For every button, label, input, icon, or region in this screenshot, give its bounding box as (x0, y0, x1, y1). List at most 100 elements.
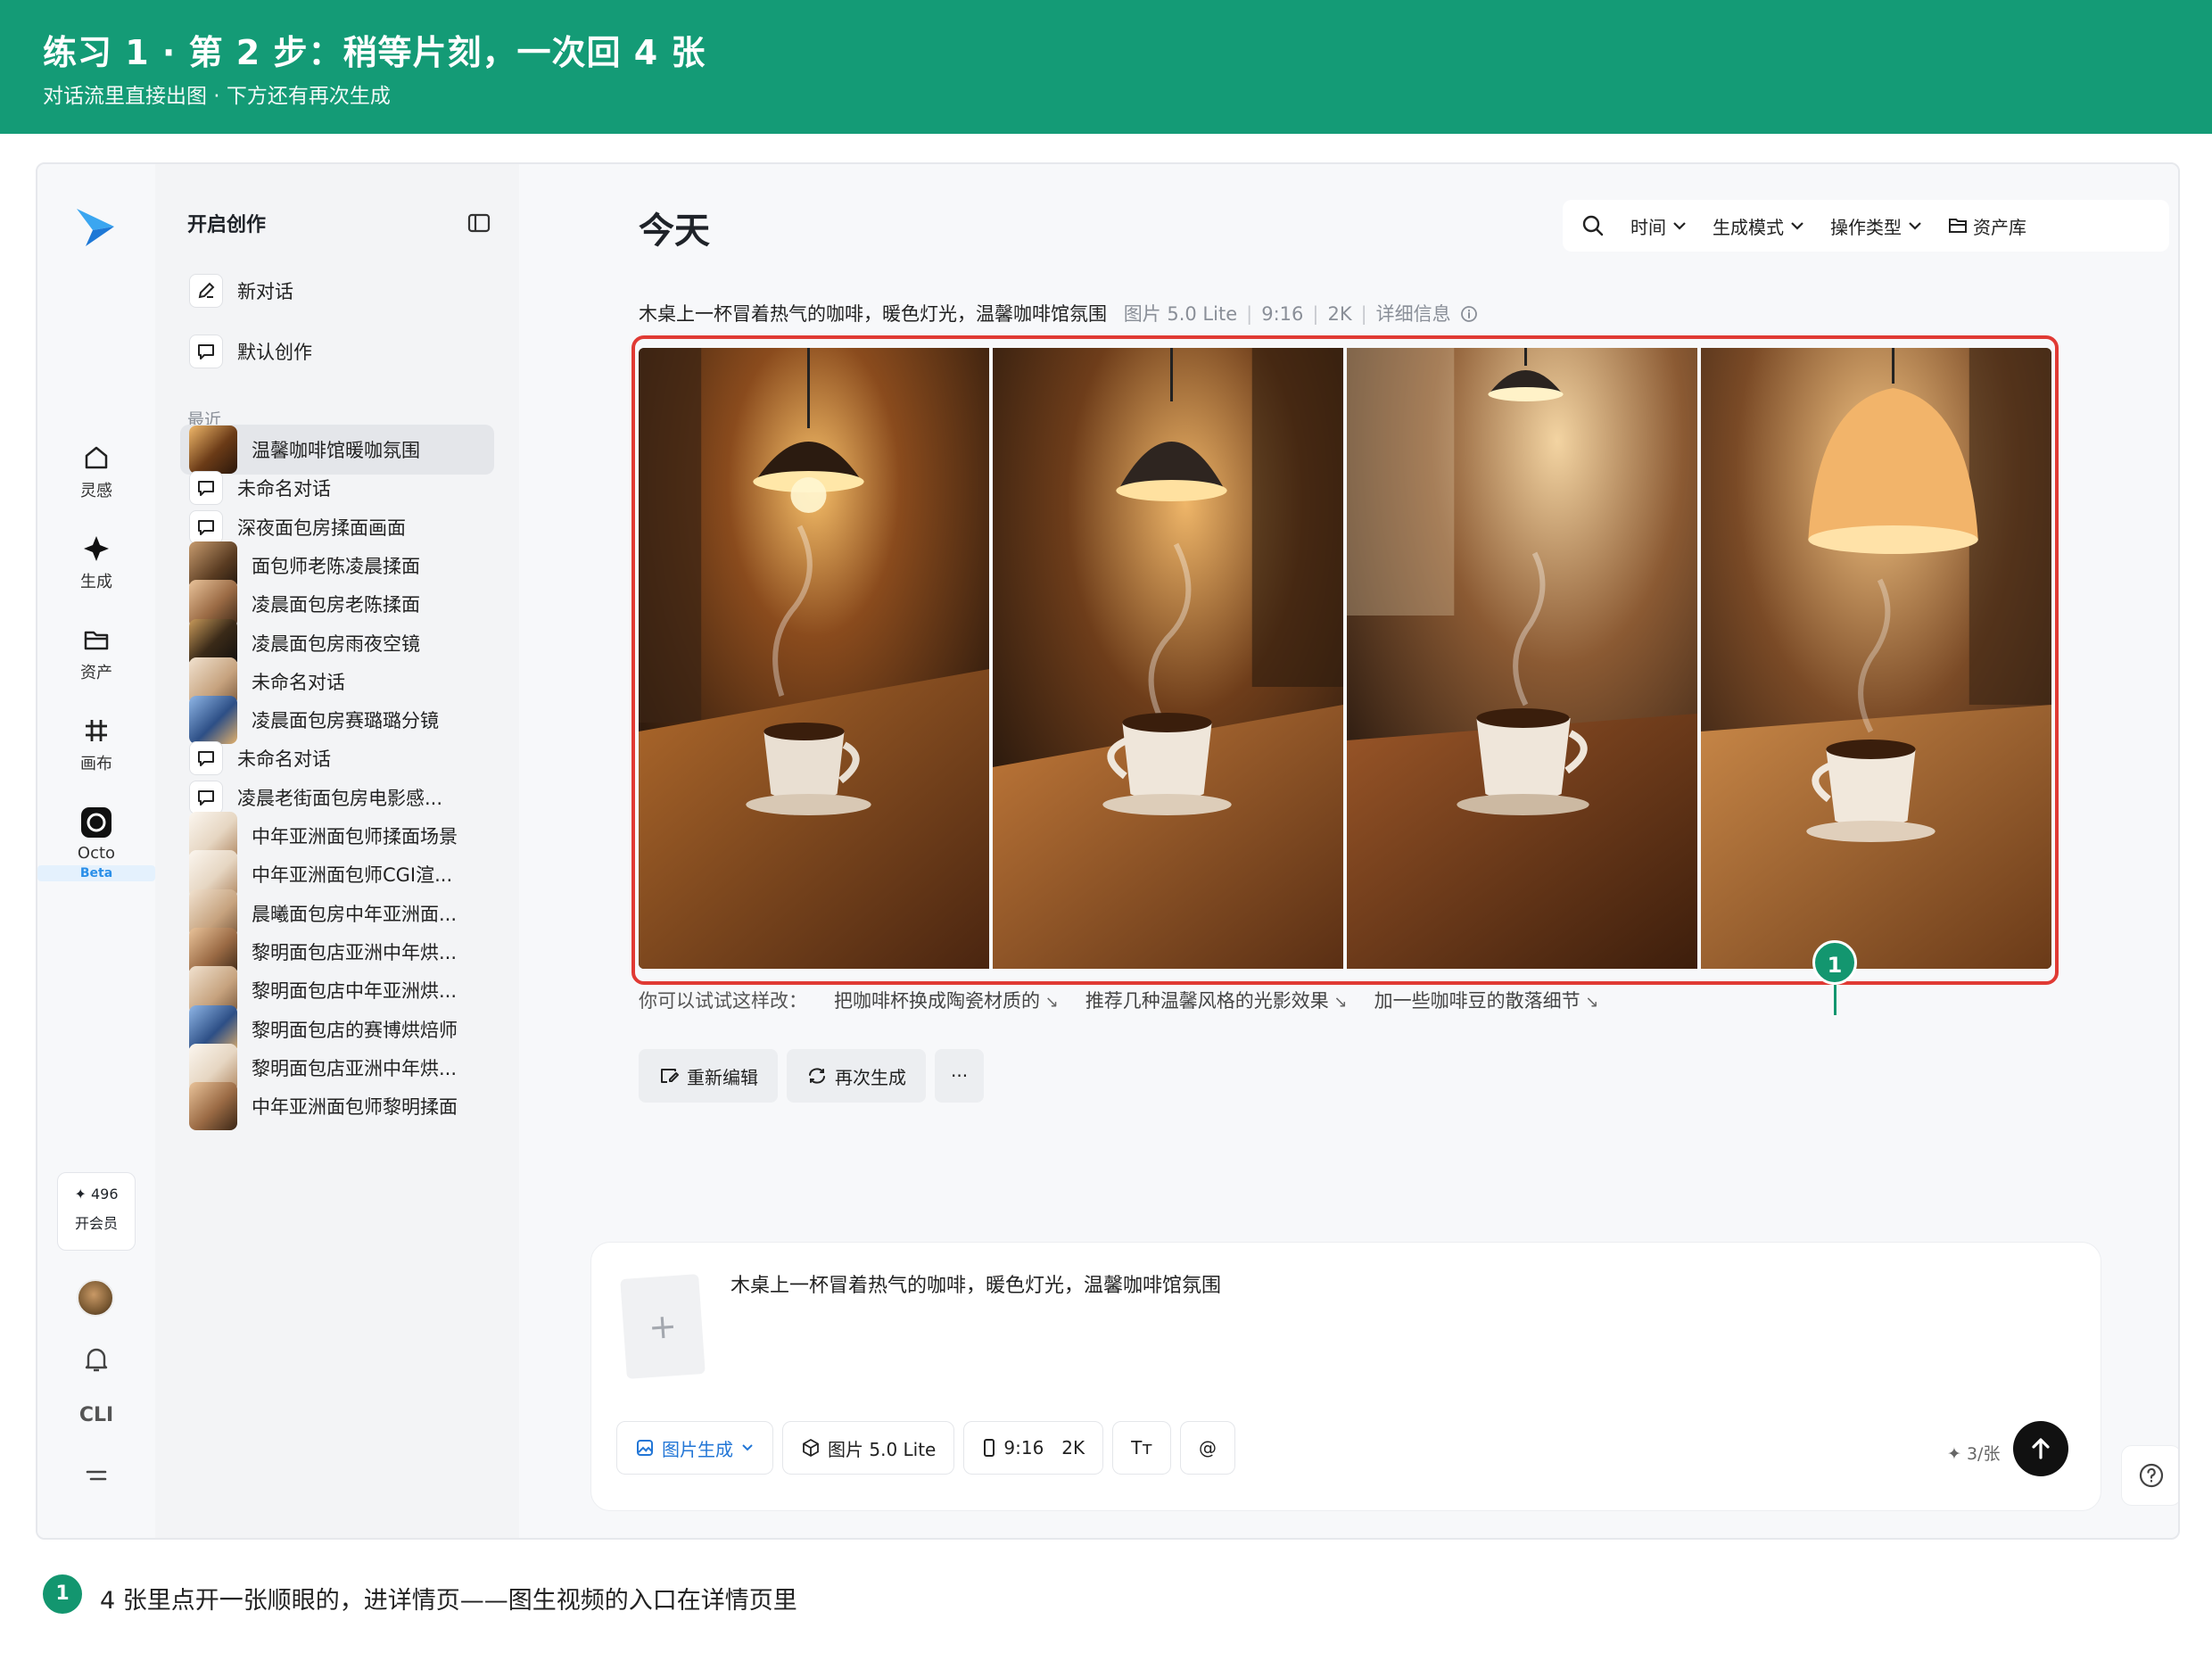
question-icon (2139, 1463, 2164, 1488)
conversation-label: 黎明面包店的赛博烘焙师 (252, 1019, 458, 1041)
join-membership-label: 开会员 (74, 1215, 118, 1232)
composer-controls: 图片生成 图片 5.0 Lite 9:16 2K Tт @ (616, 1421, 1236, 1475)
rail-item-inspiration[interactable]: 灵感 (37, 442, 155, 501)
page-title: 今天 (639, 211, 710, 252)
chat-icon (189, 335, 223, 368)
bell-icon[interactable] (80, 1343, 112, 1376)
reedit-icon (661, 1069, 679, 1083)
left-rail: 灵感 生成 资产 画布 Octo Beta ✦ 496 开会员 CLI (37, 164, 155, 1538)
asset-library-button[interactable]: 资产库 (1948, 213, 2026, 239)
banner-subtitle: 对话流里直接出图 · 下方还有再次生成 (43, 85, 391, 108)
octo-icon (81, 807, 111, 838)
rail-label: 灵感 (80, 482, 112, 500)
asset-library-label: 资产库 (1973, 216, 2026, 238)
rail-item-assets[interactable]: 资产 (37, 624, 155, 683)
chat-icon (189, 741, 223, 776)
search-icon[interactable] (1581, 213, 1605, 238)
rail-label: 画布 (80, 755, 112, 773)
conversation-label: 中年亚洲面包师黎明揉面 (252, 1096, 458, 1119)
app-logo-icon[interactable] (73, 203, 120, 250)
model-selector[interactable]: 图片 5.0 Lite (782, 1421, 955, 1475)
details-link[interactable]: 详细信息 (1376, 303, 1451, 325)
time-filter[interactable]: 时间 (1630, 213, 1688, 239)
arrow-up-icon (2032, 1438, 2050, 1459)
points-count: ✦ 496 (74, 1186, 119, 1202)
footnote-text: 4 张里点开一张顺眼的，进详情页——图生视频的入口在详情页里 (100, 1587, 797, 1615)
filter-toolbar: 时间 生成模式 操作类型 资产库 (1563, 200, 2169, 252)
model-meta: 图片 5.0 Lite (1123, 303, 1238, 325)
mention-icon: @ (1199, 1437, 1217, 1459)
regenerate-button[interactable]: 再次生成 (787, 1049, 926, 1103)
highlight-box (631, 335, 2059, 985)
suggestion-chip[interactable]: 推荐几种温馨风格的光影效果 (1085, 987, 1348, 1013)
chevron-down-icon (1673, 222, 1686, 230)
conversation-label: 黎明面包店亚洲中年烘... (252, 941, 458, 963)
reedit-button[interactable]: 重新编辑 (639, 1049, 778, 1103)
conversation-label: 凌晨面包房老陈揉面 (252, 594, 420, 616)
footnote-badge: 1 (43, 1574, 82, 1614)
grid-icon (86, 720, 107, 741)
conversation-label: 深夜面包房揉面画面 (237, 516, 406, 539)
sidebar-item-label: 默认创作 (237, 342, 312, 363)
conversation-label: 未命名对话 (252, 671, 345, 693)
membership-card[interactable]: ✦ 496 开会员 (57, 1172, 136, 1251)
prompt-composer: + 木桌上一杯冒着热气的咖啡，暖色灯光，温馨咖啡馆氛围 图片生成 图片 5.0 … (590, 1242, 2101, 1511)
image-gen-icon (637, 1440, 653, 1456)
rail-label: Octo (77, 844, 116, 863)
text-style-icon: Tт (1131, 1437, 1153, 1459)
sidebar-item-conversation[interactable]: 中年亚洲面包师黎明揉面 (180, 1081, 494, 1131)
resolution-meta: 2K (1327, 303, 1352, 325)
plus-icon: + (647, 1305, 679, 1348)
suggestion-chip[interactable]: 加一些咖啡豆的散落细节 (1374, 987, 1599, 1013)
rail-item-octo[interactable]: Octo Beta (37, 806, 155, 881)
suggestion-chip[interactable]: 把咖啡杯换成陶瓷材质的 (834, 987, 1059, 1013)
prompt-input[interactable]: 木桌上一杯冒着热气的咖啡，暖色灯光，温馨咖啡馆氛围 (730, 1269, 1221, 1298)
info-icon[interactable] (1460, 305, 1478, 323)
cli-button[interactable]: CLI (37, 1404, 155, 1426)
points-value: 496 (90, 1186, 119, 1202)
ratio-meta: 9:16 (1261, 303, 1304, 325)
cube-icon (803, 1439, 819, 1457)
user-avatar[interactable] (77, 1279, 114, 1317)
rail-label: 资产 (80, 664, 112, 682)
edit-icon (189, 274, 223, 308)
sidebar-title: 开启创作 (187, 214, 267, 236)
image-actions: 重新编辑 再次生成 ··· (639, 1049, 985, 1103)
op-type-filter-label: 操作类型 (1830, 216, 1902, 238)
conversation-label: 晨曦面包房中年亚洲面... (252, 903, 458, 925)
cost-value: 3/张 (1966, 1444, 2001, 1464)
rail-item-canvas[interactable]: 画布 (37, 715, 155, 774)
mention-button[interactable]: @ (1180, 1421, 1236, 1475)
conversation-label: 中年亚洲面包师揉面场景 (252, 826, 458, 847)
help-button[interactable] (2121, 1445, 2178, 1506)
conversation-label: 面包师老陈凌晨揉面 (252, 555, 420, 577)
conversation-label: 温馨咖啡馆暖咖氛围 (252, 440, 420, 461)
op-type-filter[interactable]: 操作类型 (1830, 213, 1923, 239)
more-button[interactable]: ··· (935, 1049, 985, 1103)
mode-filter[interactable]: 生成模式 (1713, 213, 1805, 239)
text-style-button[interactable]: Tт (1112, 1421, 1172, 1475)
resolution-label: 2K (1061, 1437, 1085, 1459)
sparkle-icon (84, 536, 109, 561)
callout-line (1834, 985, 1836, 1015)
sidebar-collapse-icon[interactable] (466, 211, 492, 236)
menu-icon[interactable] (82, 1465, 111, 1486)
new-chat-button[interactable]: 新对话 (180, 266, 494, 316)
mode-selector[interactable]: 图片生成 (616, 1421, 773, 1475)
ratio-selector[interactable]: 9:16 2K (963, 1421, 1104, 1475)
portrait-ratio-icon (984, 1439, 995, 1457)
rail-item-generate[interactable]: 生成 (37, 533, 155, 592)
default-create-button[interactable]: 默认创作 (180, 326, 494, 376)
chevron-down-icon (1791, 222, 1803, 230)
folder-icon (1949, 219, 1967, 233)
conversation-label: 未命名对话 (237, 478, 331, 500)
reedit-label: 重新编辑 (687, 1066, 758, 1088)
rail-label: 生成 (80, 573, 112, 591)
mode-label: 图片生成 (662, 1438, 733, 1460)
mode-filter-label: 生成模式 (1713, 216, 1784, 238)
send-button[interactable] (2013, 1421, 2068, 1476)
image-upload-slot[interactable]: + (620, 1274, 706, 1379)
suggestion-label: 你可以试试这样改： (639, 990, 807, 1012)
chat-icon (189, 509, 223, 544)
main-panel: 今天 时间 生成模式 操作类型 资产库 木桌上一杯冒着热气的咖啡，暖色灯光，温馨… (519, 164, 2178, 1538)
